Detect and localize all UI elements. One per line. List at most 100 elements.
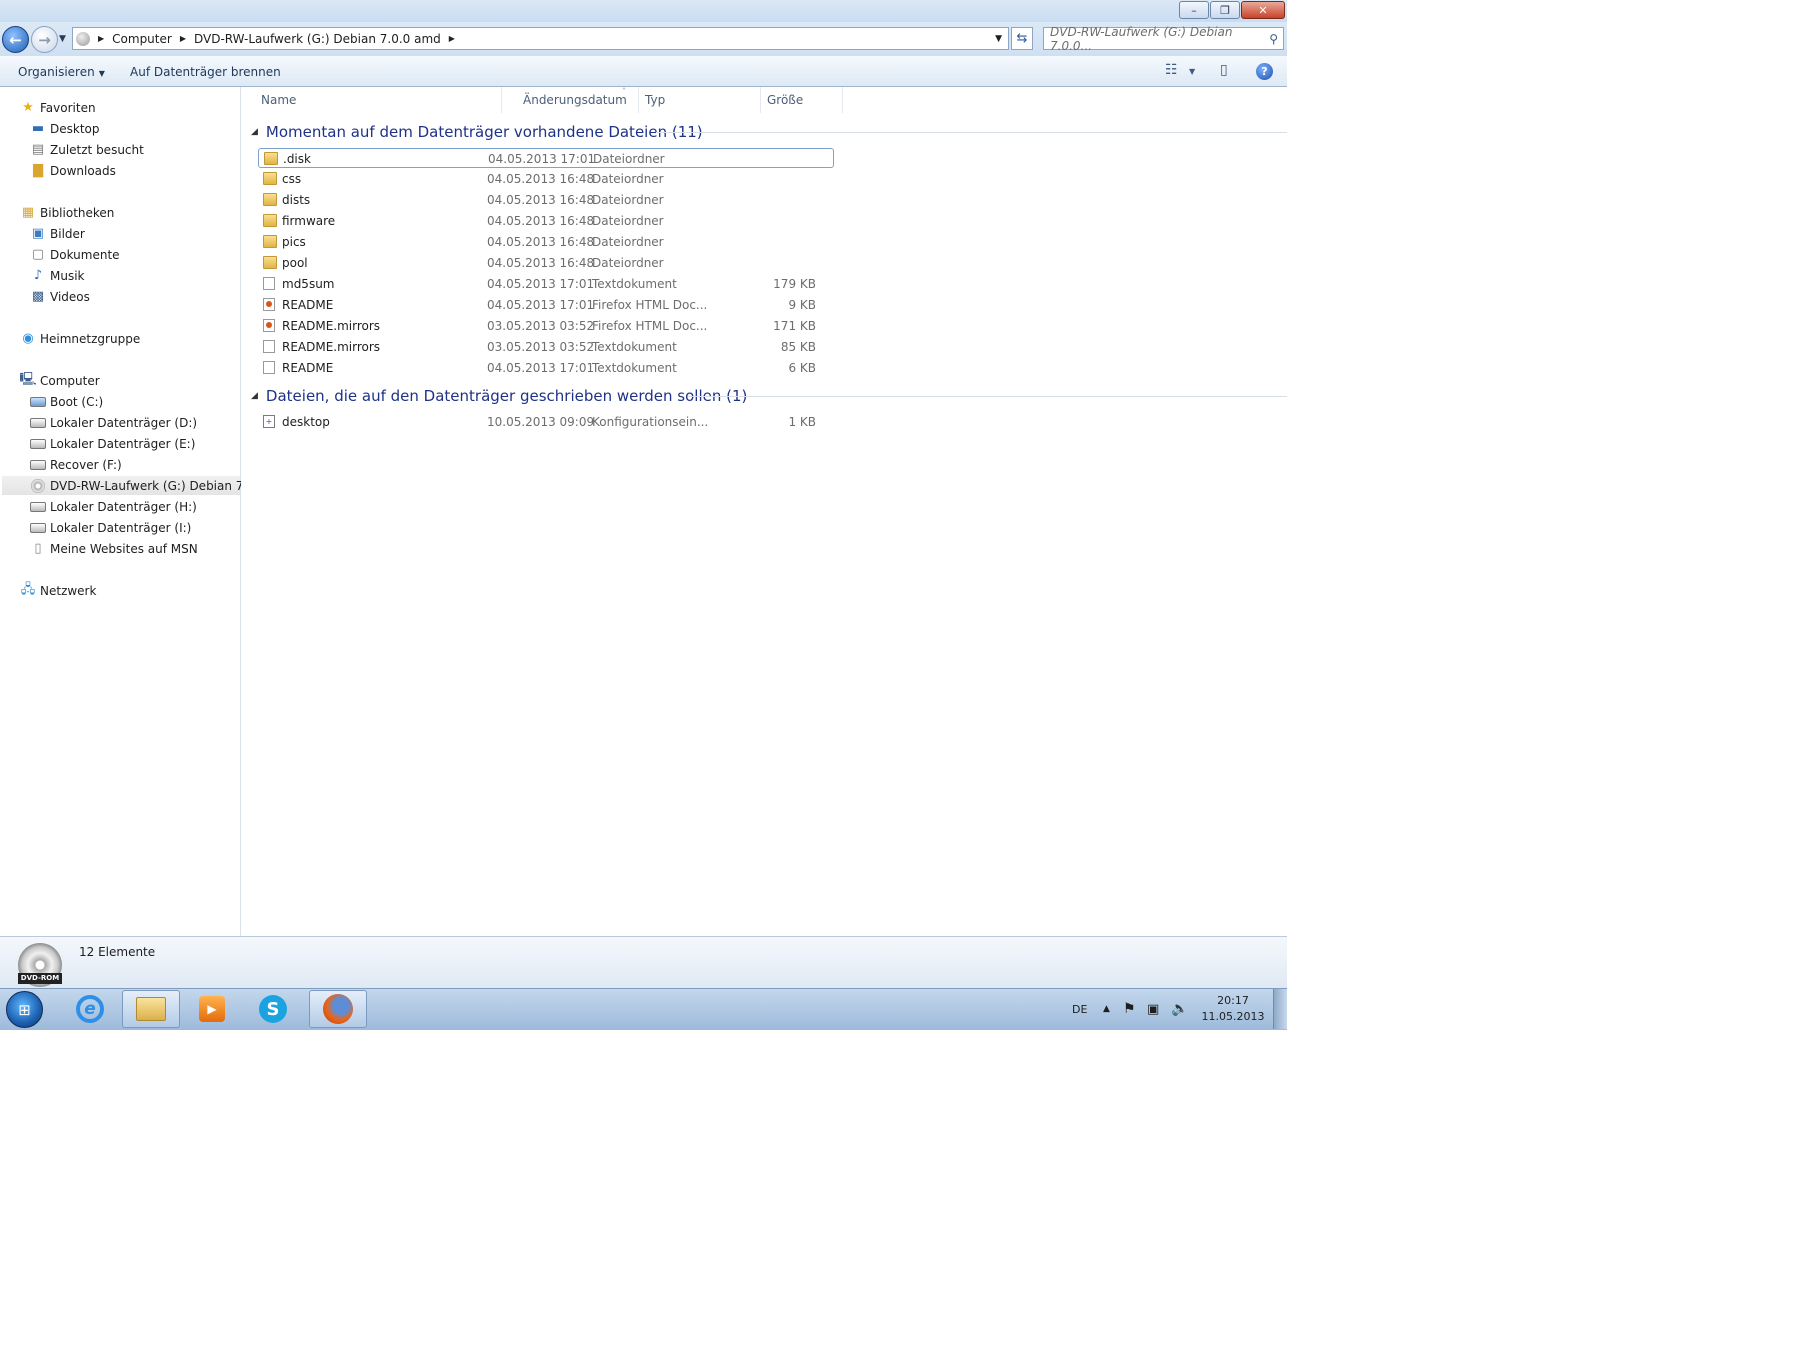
table-row[interactable]: README.mirrors 03.05.2013 03:52 Textdoku… bbox=[258, 337, 834, 357]
libraries-icon: ▦ bbox=[21, 205, 35, 220]
column-header-name[interactable]: Name bbox=[255, 87, 502, 113]
file-date: 03.05.2013 03:52 bbox=[487, 340, 595, 354]
start-button[interactable]: ⊞ bbox=[6, 991, 43, 1028]
view-options-icon[interactable]: ☷ bbox=[1165, 62, 1178, 78]
file-size: 9 KB bbox=[788, 298, 816, 312]
table-row[interactable]: dists 04.05.2013 16:48 Dateiordner bbox=[258, 190, 834, 210]
file-date: 03.05.2013 03:52 bbox=[487, 319, 595, 333]
table-row[interactable]: .disk 04.05.2013 17:01 Dateiordner bbox=[258, 148, 834, 168]
nav-pictures[interactable]: ▣ Bilder bbox=[30, 224, 85, 243]
back-button[interactable]: ← bbox=[2, 26, 29, 53]
title-bar[interactable]: – ❐ ✕ bbox=[0, 0, 1287, 22]
text-file-icon bbox=[263, 361, 275, 374]
minimize-button[interactable]: – bbox=[1179, 1, 1209, 19]
breadcrumb-dvd-drive[interactable]: DVD-RW-Laufwerk (G:) Debian 7.0.0 amd bbox=[194, 32, 441, 46]
nav-recent-places[interactable]: ▤ Zuletzt besucht bbox=[30, 140, 144, 159]
breadcrumb-separator-icon[interactable]: ▶ bbox=[98, 34, 104, 43]
volume-icon[interactable]: 🔈 bbox=[1171, 989, 1188, 1029]
firefox-html-file-icon bbox=[263, 319, 275, 332]
file-date: 04.05.2013 17:01 bbox=[488, 152, 596, 166]
search-icon[interactable]: ⚲ bbox=[1269, 32, 1278, 46]
group-header-current[interactable]: ◢ Momentan auf dem Datenträger vorhanden… bbox=[251, 122, 703, 142]
clock[interactable]: 20:17 11.05.2013 bbox=[1193, 993, 1273, 1025]
folder-icon bbox=[264, 152, 278, 165]
file-name: dists bbox=[282, 193, 311, 207]
refresh-button[interactable]: ⇆ bbox=[1011, 27, 1033, 50]
command-bar: Organisieren ▼ Auf Datenträger brennen ☷ … bbox=[0, 56, 1287, 87]
nav-item-label: Bilder bbox=[50, 226, 85, 241]
nav-msn-websites[interactable]: ▯ Meine Websites auf MSN bbox=[30, 539, 197, 558]
address-bar[interactable]: ▶ Computer ▶ DVD-RW-Laufwerk (G:) Debian… bbox=[72, 27, 1009, 50]
table-row[interactable]: README.mirrors 03.05.2013 03:52 Firefox … bbox=[258, 316, 834, 336]
address-dropdown-icon[interactable]: ▼ bbox=[995, 34, 1002, 44]
column-header-type[interactable]: Typ bbox=[639, 87, 761, 113]
taskbar-windows-explorer[interactable] bbox=[122, 990, 180, 1028]
file-name: README.mirrors bbox=[282, 319, 381, 333]
nav-drive-d[interactable]: Lokaler Datenträger (D:) bbox=[30, 413, 197, 432]
language-indicator[interactable]: DE bbox=[1072, 989, 1087, 1029]
taskbar-internet-explorer[interactable]: e bbox=[61, 990, 119, 1028]
nav-desktop[interactable]: ▬ Desktop bbox=[30, 119, 100, 138]
file-type: Dateiordner bbox=[592, 214, 664, 228]
show-hidden-icons-icon[interactable]: ▲ bbox=[1103, 989, 1110, 1029]
details-pane: DVD-ROM 12 Elemente bbox=[0, 936, 1287, 988]
table-row[interactable]: + desktop 10.05.2013 09:09 Konfiguration… bbox=[258, 412, 834, 432]
file-date: 04.05.2013 16:48 bbox=[487, 172, 595, 186]
show-desktop-button[interactable] bbox=[1273, 989, 1287, 1029]
nav-homegroup[interactable]: ◉ Heimnetzgruppe bbox=[20, 329, 140, 348]
maximize-button[interactable]: ❐ bbox=[1210, 1, 1240, 19]
breadcrumb-separator-icon[interactable]: ▶ bbox=[180, 34, 186, 43]
group-divider bbox=[688, 396, 1287, 397]
taskbar-firefox[interactable] bbox=[309, 990, 367, 1028]
recent-pages-dropdown[interactable]: ▼ bbox=[59, 34, 66, 44]
nav-drive-i[interactable]: Lokaler Datenträger (I:) bbox=[30, 518, 191, 537]
table-row[interactable]: firmware 04.05.2013 16:48 Dateiordner bbox=[258, 211, 834, 231]
table-row[interactable]: css 04.05.2013 16:48 Dateiordner bbox=[258, 169, 834, 189]
table-row[interactable]: README 04.05.2013 17:01 Textdokument 6 K… bbox=[258, 358, 834, 378]
nav-drive-c[interactable]: Boot (C:) bbox=[30, 392, 103, 411]
organize-button[interactable]: Organisieren ▼ bbox=[18, 65, 105, 79]
firefox-html-file-icon bbox=[263, 298, 275, 311]
column-header-size[interactable]: Größe bbox=[761, 87, 843, 113]
collapse-triangle-icon[interactable]: ◢ bbox=[251, 127, 258, 137]
column-header-date[interactable]: Änderungsdatum bbox=[517, 87, 639, 113]
folder-icon bbox=[263, 235, 277, 248]
file-name: README.mirrors bbox=[282, 340, 381, 354]
taskbar-skype[interactable]: S bbox=[244, 990, 302, 1028]
nav-drive-e[interactable]: Lokaler Datenträger (E:) bbox=[30, 434, 195, 453]
nav-computer[interactable]: 🖳 Computer bbox=[19, 371, 99, 390]
view-dropdown-icon[interactable]: ▼ bbox=[1189, 67, 1195, 76]
burn-to-disc-button[interactable]: Auf Datenträger brennen bbox=[130, 65, 281, 79]
nav-drive-g[interactable]: DVD-RW-Laufwerk (G:) Debian 7.0.0 bbox=[2, 476, 266, 495]
forward-button[interactable]: → bbox=[31, 26, 58, 53]
file-type: Dateiordner bbox=[592, 256, 664, 270]
table-row[interactable]: pics 04.05.2013 16:48 Dateiordner bbox=[258, 232, 834, 252]
nav-documents[interactable]: ▢ Dokumente bbox=[30, 245, 120, 264]
dvd-rom-label: DVD-ROM bbox=[18, 973, 62, 984]
breadcrumb-separator-icon[interactable]: ▶ bbox=[449, 34, 455, 43]
network-status-icon[interactable]: ▣ bbox=[1147, 989, 1159, 1029]
nav-downloads[interactable]: ▇ Downloads bbox=[30, 161, 116, 180]
nav-network[interactable]: 🖧 Netzwerk bbox=[20, 581, 97, 600]
preview-pane-icon[interactable]: ▯ bbox=[1220, 62, 1228, 78]
taskbar-media-player[interactable]: ▶ bbox=[183, 990, 241, 1028]
help-icon[interactable]: ? bbox=[1256, 63, 1273, 80]
table-row[interactable]: md5sum 04.05.2013 17:01 Textdokument 179… bbox=[258, 274, 834, 294]
nav-drive-f[interactable]: Recover (F:) bbox=[30, 455, 122, 474]
nav-favorites[interactable]: ★ Favoriten bbox=[20, 98, 95, 117]
action-center-flag-icon[interactable]: ⚑ bbox=[1123, 989, 1136, 1029]
nav-item-label: Lokaler Datenträger (I:) bbox=[50, 520, 192, 535]
nav-drive-h[interactable]: Lokaler Datenträger (H:) bbox=[30, 497, 197, 516]
arrow-right-icon: → bbox=[38, 30, 51, 49]
close-button[interactable]: ✕ bbox=[1241, 1, 1285, 19]
table-row[interactable]: README 04.05.2013 17:01 Firefox HTML Doc… bbox=[258, 295, 834, 315]
document-icon: ▯ bbox=[34, 541, 42, 556]
group-header-pending[interactable]: ◢ Dateien, die auf den Datenträger gesch… bbox=[251, 386, 747, 406]
nav-videos[interactable]: ▩ Videos bbox=[30, 287, 90, 306]
nav-libraries[interactable]: ▦ Bibliotheken bbox=[20, 203, 115, 222]
breadcrumb-computer[interactable]: Computer bbox=[112, 32, 172, 46]
table-row[interactable]: pool 04.05.2013 16:48 Dateiordner bbox=[258, 253, 834, 273]
nav-music[interactable]: ♪ Musik bbox=[30, 266, 85, 285]
search-input[interactable]: DVD-RW-Laufwerk (G:) Debian 7.0.0... ⚲ bbox=[1043, 25, 1284, 53]
collapse-triangle-icon[interactable]: ◢ bbox=[251, 391, 258, 401]
